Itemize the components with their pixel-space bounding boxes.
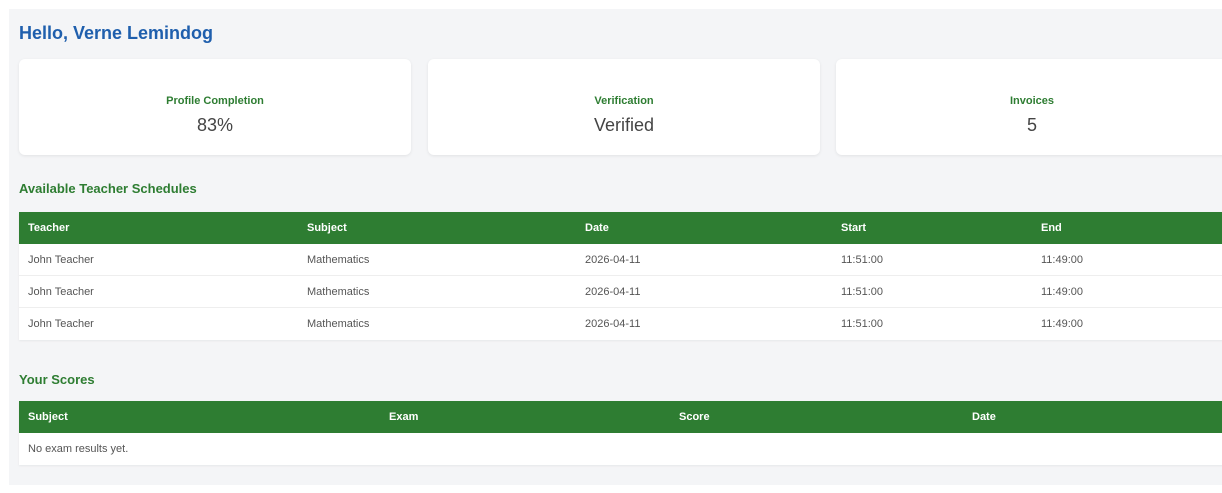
empty-state-row: No exam results yet.: [19, 433, 1222, 465]
cell-subject: Mathematics: [307, 286, 370, 298]
cell-teacher: John Teacher: [28, 286, 94, 298]
schedules-section-title: Available Teacher Schedules: [19, 181, 197, 196]
cell-start: 11:51:00: [841, 254, 884, 266]
column-header-end: End: [1041, 222, 1062, 234]
cell-end: 11:49:00: [1041, 318, 1084, 330]
cell-date: 2026-04-11: [585, 286, 641, 298]
column-header-date: Date: [585, 222, 609, 234]
cell-end: 11:49:00: [1041, 254, 1084, 266]
card-title: Invoices: [1009, 95, 1055, 107]
dashboard-page: Hello, Verne Lemindog Profile Completion…: [9, 9, 1222, 485]
table-row: John Teacher Mathematics 2026-04-11 11:5…: [19, 244, 1222, 276]
column-header-subject: Subject: [307, 222, 347, 234]
card-value: 5: [1026, 115, 1037, 135]
cell-start: 11:51:00: [841, 318, 884, 330]
table-row: John Teacher Mathematics 2026-04-11 11:5…: [19, 276, 1222, 308]
cell-subject: Mathematics: [307, 254, 370, 266]
column-header-date: Date: [972, 411, 996, 423]
invoices-card: Invoices 5: [836, 59, 1222, 155]
scores-section-title: Your Scores: [19, 372, 95, 387]
card-title: Profile Completion: [166, 95, 264, 107]
column-header-start: Start: [841, 222, 867, 234]
table-row: John Teacher Mathematics 2026-04-11 11:5…: [19, 308, 1222, 340]
cell-date: 2026-04-11: [585, 318, 641, 330]
table-header: Teacher Subject Date Start End: [19, 212, 1222, 244]
card-title: Verification: [594, 95, 654, 107]
verification-card: Verification Verified: [428, 59, 820, 155]
card-value: 83%: [196, 115, 234, 135]
cell-end: 11:49:00: [1041, 286, 1084, 298]
table-header: Subject Exam Score Date: [19, 401, 1222, 433]
schedules-table: Teacher Subject Date Start End John Teac…: [19, 212, 1222, 340]
scores-table: Subject Exam Score Date No exam results …: [19, 401, 1222, 465]
greeting-heading: Hello, Verne Lemindog: [19, 23, 214, 43]
column-header-score: Score: [679, 411, 710, 423]
cell-teacher: John Teacher: [28, 318, 94, 330]
cell-teacher: John Teacher: [28, 254, 94, 266]
empty-state-message: No exam results yet.: [28, 443, 129, 455]
card-value: Verified: [593, 115, 655, 135]
column-header-subject: Subject: [28, 411, 68, 423]
cell-date: 2026-04-11: [585, 254, 641, 266]
profile-completion-card: Profile Completion 83%: [19, 59, 411, 155]
column-header-exam: Exam: [389, 411, 419, 423]
cell-start: 11:51:00: [841, 286, 884, 298]
column-header-teacher: Teacher: [28, 222, 70, 234]
summary-cards: Profile Completion 83% Verification Veri…: [19, 59, 1222, 155]
cell-subject: Mathematics: [307, 318, 370, 330]
